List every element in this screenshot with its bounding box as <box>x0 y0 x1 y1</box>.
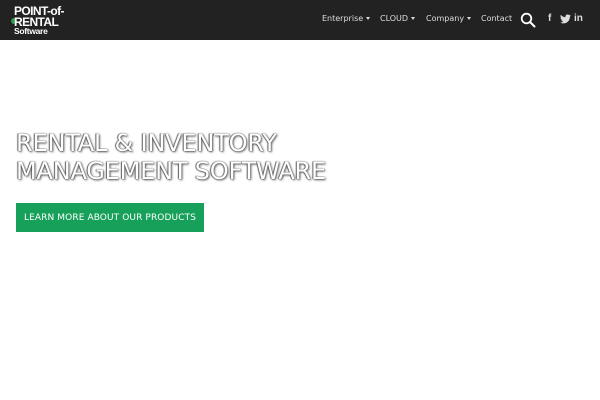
hero-title-line2: MANAGEMENT SOFTWARE <box>16 157 326 185</box>
search-icon[interactable] <box>520 12 536 28</box>
logo-text-line3: Software <box>14 26 48 36</box>
nav-item-label: Enterprise <box>322 14 364 23</box>
hero-title: RENTAL & INVENTORY MANAGEMENT SOFTWARE <box>16 129 416 185</box>
point-of-rental-logo[interactable]: POINT-of- RENTAL Software <box>11 5 88 37</box>
nav-item-contact[interactable]: Contact <box>481 14 512 23</box>
caret-down-icon <box>467 17 472 20</box>
learn-more-products-button[interactable]: LEARN MORE ABOUT OUR PRODUCTS <box>16 203 204 232</box>
top-navbar: POINT-of- RENTAL Software Enterprise CLO… <box>0 0 600 40</box>
nav-item-label: Contact <box>481 14 513 23</box>
linkedin-icon[interactable]: in <box>574 13 583 24</box>
hero-title-line1: RENTAL & INVENTORY <box>16 129 277 157</box>
caret-down-icon <box>411 17 416 20</box>
nav-item-cloud[interactable]: CLOUD <box>380 14 416 23</box>
caret-down-icon <box>366 17 371 20</box>
facebook-icon[interactable]: f <box>548 13 551 24</box>
nav-item-company[interactable]: Company <box>426 14 472 23</box>
nav-item-enterprise[interactable]: Enterprise <box>322 14 371 23</box>
nav-item-label: CLOUD <box>380 14 409 23</box>
twitter-icon[interactable] <box>560 14 571 24</box>
nav-item-label: Company <box>426 14 465 23</box>
